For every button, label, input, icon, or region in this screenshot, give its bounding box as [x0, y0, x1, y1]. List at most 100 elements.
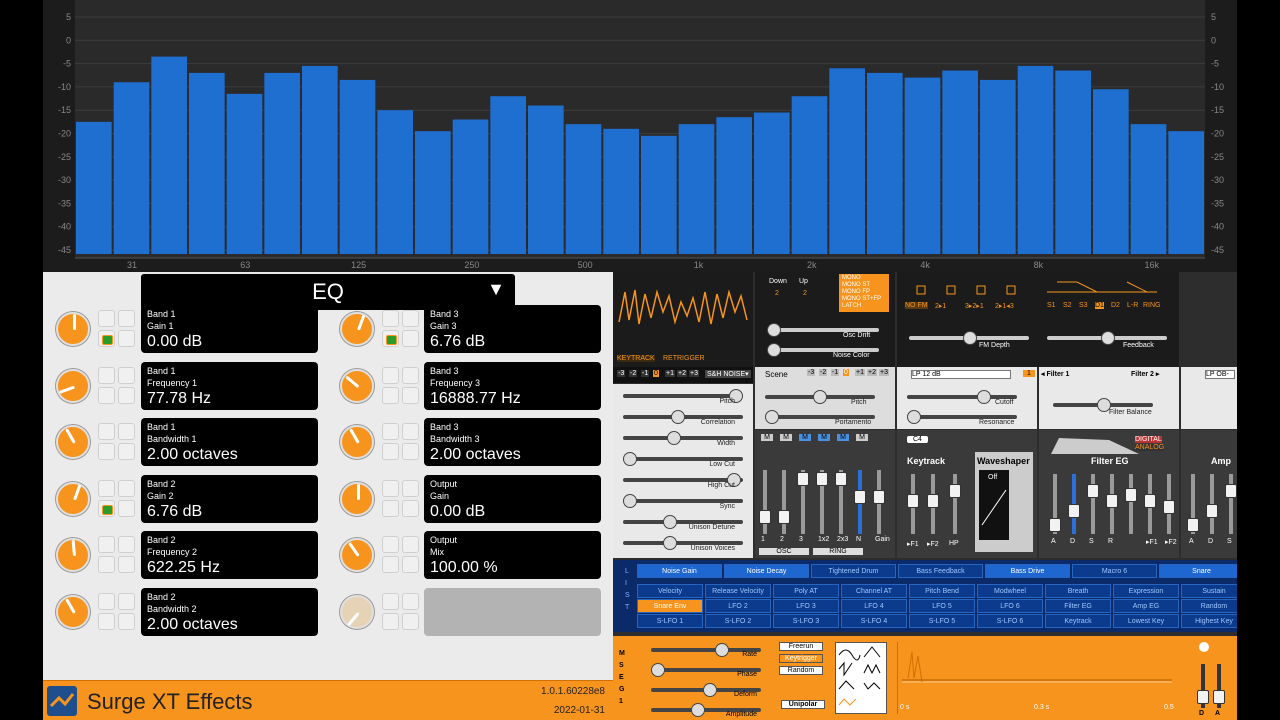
- up-value[interactable]: 2: [803, 290, 807, 297]
- poly-mode-list[interactable]: MONO MONO ST MONO FP MONO ST+FP LATCH: [839, 274, 889, 312]
- lfo-decay-slider[interactable]: [1197, 664, 1209, 708]
- mod-source[interactable]: Noise Gain: [637, 564, 722, 578]
- snh-noise-dropdown[interactable]: S&H NOISE▾: [705, 370, 751, 378]
- mod-source[interactable]: LFO 3: [773, 599, 839, 613]
- unipolar-button[interactable]: Unipolar: [781, 700, 825, 709]
- param-knob[interactable]: [56, 594, 90, 629]
- param-knob[interactable]: [56, 312, 90, 346]
- digital-toggle[interactable]: DIGITAL: [1135, 436, 1162, 443]
- trigger-mode[interactable]: Random: [779, 666, 823, 675]
- octave-4[interactable]: +1: [665, 370, 675, 377]
- eg-slider[interactable]: [1087, 474, 1099, 534]
- scene-octave-2[interactable]: -1: [831, 369, 840, 376]
- poly-mode-2[interactable]: MONO FP: [842, 289, 870, 295]
- poly-mode-4[interactable]: LATCH: [842, 303, 861, 309]
- mixer-handle[interactable]: [816, 472, 828, 486]
- mixer-slider[interactable]: [835, 470, 847, 534]
- down-value[interactable]: 2: [775, 290, 779, 297]
- param-display[interactable]: Band 2 Bandwidth 2 2.00 octaves: [141, 587, 318, 636]
- link-button[interactable]: [382, 443, 399, 460]
- scene-octave-5[interactable]: +2: [867, 369, 877, 376]
- octave-1[interactable]: -2: [629, 370, 638, 377]
- link-button[interactable]: [382, 499, 399, 517]
- filter-route-3[interactable]: D1: [1095, 302, 1104, 309]
- keytrack-toggle[interactable]: KEYTRACK: [617, 355, 655, 362]
- mod-source[interactable]: LFO 2: [705, 599, 771, 613]
- mod-source[interactable]: LFO 6: [977, 599, 1043, 613]
- mod-source[interactable]: Channel AT: [841, 584, 907, 598]
- mod-source[interactable]: S-LFO 3: [773, 614, 839, 628]
- filter-route-1[interactable]: S2: [1063, 302, 1072, 309]
- edit-icon[interactable]: [1199, 642, 1209, 652]
- mixer-mute[interactable]: M: [761, 434, 773, 441]
- link-button[interactable]: [382, 423, 399, 440]
- scene-octave-3[interactable]: 0: [843, 369, 849, 376]
- octave-2[interactable]: -1: [641, 370, 650, 377]
- mixer-mute[interactable]: M: [837, 434, 849, 441]
- keytrack-slider[interactable]: [949, 474, 961, 534]
- param-knob[interactable]: [56, 538, 90, 572]
- eg-slider[interactable]: [1068, 474, 1080, 534]
- mod-source[interactable]: Velocity: [637, 584, 703, 598]
- poly-mode-1[interactable]: MONO ST: [842, 282, 870, 288]
- octave-3[interactable]: 0: [653, 370, 659, 377]
- link-button[interactable]: [98, 499, 115, 517]
- mixer-mute[interactable]: M: [856, 434, 868, 441]
- eg-slider[interactable]: [1106, 474, 1118, 534]
- link-button[interactable]: [382, 366, 399, 384]
- eg-handle[interactable]: [1225, 484, 1237, 498]
- filter-route-4[interactable]: D2: [1111, 302, 1120, 309]
- keytrack-slider[interactable]: [907, 474, 919, 534]
- link-button[interactable]: [98, 612, 115, 630]
- eg-slider[interactable]: [1125, 474, 1137, 534]
- eg-slider[interactable]: [1225, 474, 1237, 534]
- scene-octave-0[interactable]: -3: [807, 369, 816, 376]
- param-display[interactable]: Band 1 Frequency 1 77.78 Hz: [141, 361, 318, 410]
- link-button[interactable]: [402, 536, 419, 553]
- filter-route-2[interactable]: S3: [1079, 302, 1088, 309]
- param-knob[interactable]: [340, 594, 374, 629]
- link-button[interactable]: [382, 310, 399, 327]
- mixer-slider[interactable]: [816, 470, 828, 534]
- param-display[interactable]: [424, 587, 601, 636]
- mod-source[interactable]: Pitch Bend: [909, 584, 975, 598]
- trigger-mode[interactable]: Keytrigger: [779, 654, 823, 663]
- eg-handle[interactable]: [1106, 494, 1118, 508]
- param-knob[interactable]: [340, 368, 374, 403]
- link-button[interactable]: [98, 479, 115, 497]
- scene-octave-1[interactable]: -2: [819, 369, 828, 376]
- keytrack-slider[interactable]: [927, 474, 939, 534]
- param-display[interactable]: Band 1 Bandwidth 1 2.00 octaves: [141, 418, 318, 466]
- keytrack-handle[interactable]: [927, 494, 939, 508]
- eg-slider[interactable]: [1144, 474, 1156, 534]
- link-button[interactable]: [382, 592, 399, 610]
- mod-source[interactable]: Macro 6: [1072, 564, 1157, 578]
- link-button[interactable]: [402, 479, 419, 497]
- eg-handle[interactable]: [1125, 488, 1137, 502]
- link-button[interactable]: [98, 592, 115, 610]
- analog-toggle[interactable]: ANALOG: [1135, 444, 1165, 451]
- mod-source[interactable]: Bass Drive: [985, 564, 1070, 578]
- keytrack-handle[interactable]: [907, 494, 919, 508]
- eg-handle[interactable]: [1049, 518, 1061, 532]
- mixer-handle[interactable]: [854, 490, 866, 504]
- mod-source[interactable]: Noise Decay: [724, 564, 809, 578]
- mod-source[interactable]: S-LFO 4: [841, 614, 907, 628]
- link-button[interactable]: [98, 556, 115, 573]
- filter-route-5[interactable]: L-R: [1127, 302, 1138, 309]
- link-button[interactable]: [118, 499, 135, 517]
- fm-route-1[interactable]: 2▸1: [935, 302, 946, 310]
- mod-source[interactable]: Expression: [1113, 584, 1179, 598]
- octave-0[interactable]: -3: [617, 370, 626, 377]
- retrigger-toggle[interactable]: RETRIGGER: [663, 355, 705, 362]
- mod-source[interactable]: Highest Key: [1181, 614, 1237, 628]
- mod-source[interactable]: LFO 5: [909, 599, 975, 613]
- param-knob[interactable]: [340, 538, 374, 572]
- filter-type-select[interactable]: LP 12 dB: [911, 370, 1011, 379]
- param-display[interactable]: Output Gain 0.00 dB: [424, 474, 601, 523]
- scene-octave-6[interactable]: +3: [879, 369, 889, 376]
- link-button[interactable]: [98, 443, 115, 460]
- mod-source[interactable]: Poly AT: [773, 584, 839, 598]
- link-button[interactable]: [118, 443, 135, 460]
- link-button[interactable]: [402, 366, 419, 384]
